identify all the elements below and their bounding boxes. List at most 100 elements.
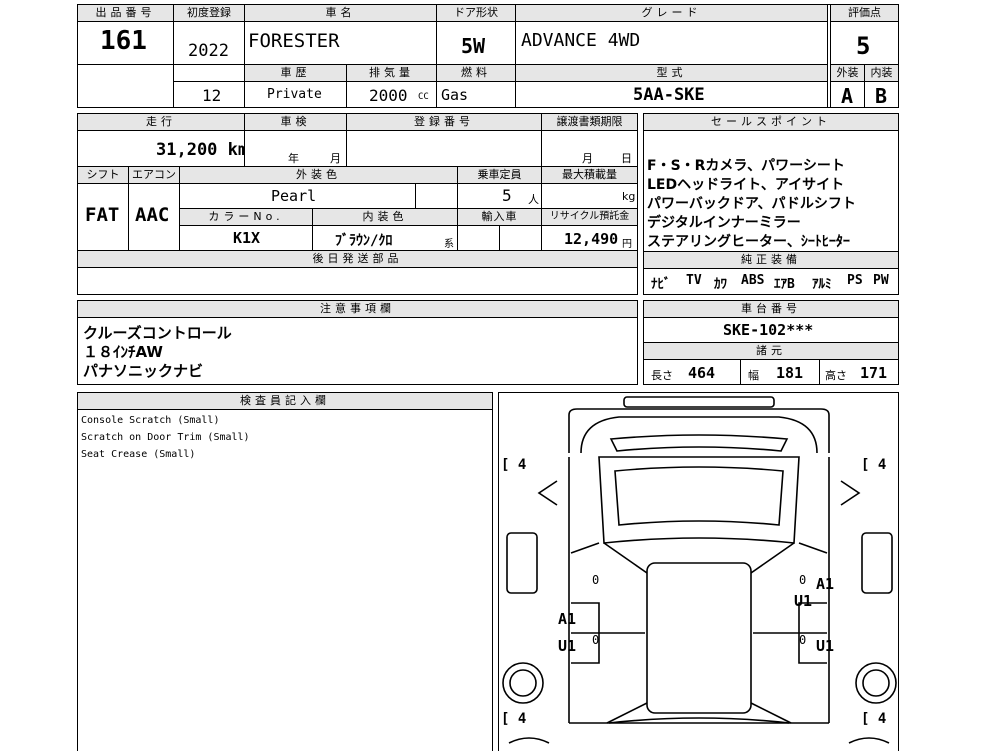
first-reg-year: 2022 xyxy=(188,41,229,61)
mileage: 31,200 km xyxy=(156,140,245,160)
chassis-header: 車台番号 xyxy=(643,300,899,318)
chassis-no: SKE-102*** xyxy=(723,321,814,339)
displacement-cell: 2000 CC xyxy=(346,81,437,108)
max-load-cell: kg xyxy=(541,183,638,209)
inspector-header: 検査員記入欄 xyxy=(77,392,493,410)
max-load-header: 最大積載量 xyxy=(541,166,638,184)
ext-color-header: 外装色 xyxy=(179,166,458,184)
damage-u1-left: U1 xyxy=(558,637,577,655)
damage-u1-right-lower: U1 xyxy=(816,637,835,655)
inspection-year-unit: 年 xyxy=(288,152,299,165)
recycle-header: リサイクル預託金 xyxy=(541,208,638,226)
spec-length-label: 長さ xyxy=(651,369,673,382)
import-cell-2 xyxy=(499,225,542,251)
reg-no-header: 登録番号 xyxy=(346,113,542,131)
recycle-cell: 12,490 円 xyxy=(541,225,638,251)
door-cell: 5W xyxy=(436,21,516,65)
first-reg-header: 初度登録 xyxy=(173,4,245,22)
spec-width-label: 幅 xyxy=(748,369,759,382)
spec-height: 171 xyxy=(860,364,888,382)
shift: FAT xyxy=(85,204,120,226)
lot-no-cell: 161 xyxy=(77,21,174,65)
door-header: ドア形状 xyxy=(436,4,516,22)
transfer-day-unit: 日 xyxy=(621,152,632,165)
exterior-cell: A xyxy=(830,81,865,108)
fuel-header: 燃料 xyxy=(436,64,516,82)
model-code-cell: 5AA-SKE xyxy=(515,81,828,108)
interior-header: 内装 xyxy=(864,64,899,82)
import-header: 輸入車 xyxy=(457,208,542,226)
spec-height-cell: 高さ 171 xyxy=(819,359,899,385)
note-3: パナソニックナビ xyxy=(83,362,204,380)
capacity: 5 xyxy=(502,186,512,205)
tread-front-right: [ 4 xyxy=(861,457,887,473)
displacement-header: 排気量 xyxy=(346,64,437,82)
door-mark-right-lower: 0 xyxy=(799,633,807,647)
equip-pw: PW xyxy=(873,273,889,288)
car-name: FORESTER xyxy=(248,30,340,52)
spec-length-cell: 長さ 464 xyxy=(643,359,741,385)
reg-no-cell xyxy=(346,130,542,167)
spec-length: 464 xyxy=(688,364,716,382)
inspector-cell: Console Scratch (Small) Scratch on Door … xyxy=(77,409,493,751)
damage-u1-right: U1 xyxy=(794,592,813,610)
sales-point-4: デジタルインナーミラー xyxy=(647,215,801,231)
spec-height-label: 高さ xyxy=(825,369,847,382)
sales-point-1: F・S・Rカメラ、パワーシート xyxy=(647,158,845,174)
lot-no-blank xyxy=(77,64,174,108)
history-no-cell: 12 xyxy=(173,81,245,108)
chassis-cell: SKE-102*** xyxy=(643,317,899,343)
door-type: 5W xyxy=(461,34,486,58)
inspector-note-3: Seat Crease (Small) xyxy=(81,449,196,460)
ext-color: Pearl xyxy=(271,187,317,205)
damage-a1-right: A1 xyxy=(816,575,835,593)
score-header: 評価点 xyxy=(830,4,899,22)
inspector-note-2: Scratch on Door Trim (Small) xyxy=(81,432,250,443)
sales-point-2: LEDヘッドライト、アイサイト xyxy=(647,177,845,193)
inspection-header: 車検 xyxy=(244,113,347,131)
history-no: 12 xyxy=(202,86,222,105)
int-color-cell: ﾌﾞﾗｳﾝ/ｸﾛ 系 xyxy=(312,225,458,251)
later-parts-cell xyxy=(77,267,638,295)
notes-cell: クルーズコントロール １８ｲﾝﾁAW パナソニックナビ xyxy=(77,317,638,385)
equip-navi: ﾅﾋﾞ xyxy=(651,277,671,292)
note-2: １８ｲﾝﾁAW xyxy=(83,343,163,361)
sales-point-3: パワーバックドア、パドルシフト xyxy=(647,196,856,212)
car-name-header: 車名 xyxy=(244,4,437,22)
tread-rear-right: [ 4 xyxy=(861,711,887,727)
history-header: 車歴 xyxy=(244,64,347,82)
car-name-cell: FORESTER xyxy=(244,21,437,65)
color-no-cell: K1X xyxy=(179,225,313,251)
exterior-header: 外装 xyxy=(830,64,865,82)
grade: ADVANCE 4WD xyxy=(521,30,641,51)
history-cell: Private xyxy=(244,81,347,108)
equip-ps: PS xyxy=(847,273,863,288)
lot-no-header: 出品番号 xyxy=(77,4,174,22)
transfer-cell: 月 日 xyxy=(541,130,638,167)
interior-grade: B xyxy=(875,84,888,108)
inspector-note-1: Console Scratch (Small) xyxy=(81,415,220,426)
int-color-suffix: 系 xyxy=(444,239,454,250)
aircon-cell: AAC xyxy=(128,183,180,251)
int-color: ﾌﾞﾗｳﾝ/ｸﾛ xyxy=(335,233,393,249)
fuel-cell: Gas xyxy=(436,81,516,108)
sales-points-header: セールスポイント xyxy=(643,113,899,131)
equipment-cell: ﾅﾋﾞ TV ｶﾜ ABS ｴｱB ｱﾙﾐ PS PW xyxy=(643,268,899,295)
model-code: 5AA-SKE xyxy=(633,85,705,105)
score-cell: 5 xyxy=(830,21,899,65)
max-load-unit: kg xyxy=(622,190,636,203)
sales-point-5: ステアリングヒーター、ｼｰﾄﾋｰﾀｰ xyxy=(647,234,850,250)
capacity-header: 乗車定員 xyxy=(457,166,542,184)
damage-a1-left: A1 xyxy=(558,610,577,628)
recycle-fee: 12,490 xyxy=(564,230,619,248)
equip-leather: ｶﾜ xyxy=(714,277,727,292)
door-mark-left-lower: 0 xyxy=(592,633,600,647)
first-reg-cell: 2022 xyxy=(173,21,245,65)
displacement: 2000 xyxy=(369,86,408,105)
spec-width: 181 xyxy=(776,364,804,382)
door-mark-right-upper: 0 xyxy=(799,573,807,587)
equip-abs: ABS xyxy=(741,273,765,288)
lot-no: 161 xyxy=(100,26,147,56)
interior-cell: B xyxy=(864,81,899,108)
int-color-header: 内装色 xyxy=(312,208,458,226)
